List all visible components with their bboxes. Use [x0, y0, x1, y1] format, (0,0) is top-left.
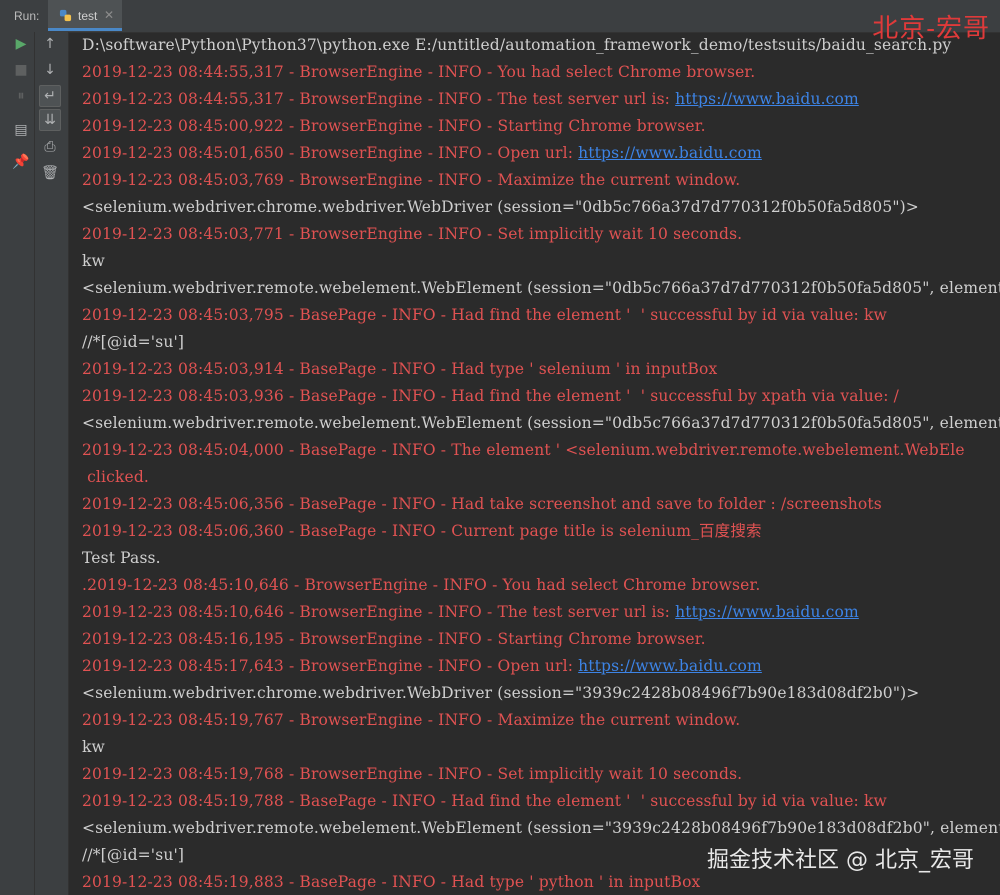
python-icon — [59, 9, 72, 22]
line-text: 2019-12-23 08:45:03,936 - BasePage - INF… — [82, 387, 900, 405]
log-line: 2019-12-23 08:45:03,771 - BrowserEngine … — [82, 221, 742, 248]
pause-icon[interactable]: ⏸ — [10, 85, 32, 107]
line-text: 2019-12-23 08:45:06,360 - BasePage - INF… — [82, 522, 762, 540]
scroll-to-end-icon[interactable]: ⇊ — [39, 109, 61, 131]
log-line: 2019-12-23 08:45:16,195 - BrowserEngine … — [82, 626, 706, 653]
watermark-bottom: 掘金技术社区 @ 北京_宏哥 — [707, 848, 974, 873]
output-line: kw — [82, 248, 105, 275]
log-line: 2019-12-23 08:45:19,788 - BasePage - INF… — [82, 788, 887, 815]
line-text: 2019-12-23 08:45:06,356 - BasePage - INF… — [82, 495, 882, 513]
output-line: <selenium.webdriver.chrome.webdriver.Web… — [82, 194, 919, 221]
layout-icon[interactable]: ▤ — [10, 119, 32, 141]
line-text: 2019-12-23 08:45:19,767 - BrowserEngine … — [82, 711, 741, 729]
line-text: 2019-12-23 08:45:19,883 - BasePage - INF… — [82, 873, 701, 891]
line-text: //*[@id='su'] — [82, 846, 185, 864]
log-line: 2019-12-23 08:45:03,795 - BasePage - INF… — [82, 302, 887, 329]
log-line: 2019-12-23 08:45:10,646 - BrowserEngine … — [82, 599, 859, 626]
line-text: <selenium.webdriver.chrome.webdriver.Web… — [82, 198, 919, 216]
up-arrow-icon[interactable]: ↑ — [39, 33, 61, 55]
run-tool-window-header: Run: test ✕ — [0, 0, 1000, 33]
line-text: 2019-12-23 08:45:03,769 - BrowserEngine … — [82, 171, 741, 189]
log-line: 2019-12-23 08:45:03,769 - BrowserEngine … — [82, 167, 740, 194]
log-line: 2019-12-23 08:45:17,643 - BrowserEngine … — [82, 653, 762, 680]
line-text: clicked. — [82, 468, 149, 486]
log-line: 2019-12-23 08:45:06,360 - BasePage - INF… — [82, 518, 762, 545]
line-text: 2019-12-23 08:45:03,795 - BasePage - INF… — [82, 306, 887, 324]
line-text: 2019-12-23 08:44:55,317 - BrowserEngine … — [82, 63, 756, 81]
trash-icon[interactable]: 🗑 — [39, 162, 61, 184]
pin-icon[interactable]: 📌 — [10, 151, 32, 173]
line-text: .2019-12-23 08:45:10,646 - BrowserEngine… — [82, 576, 761, 594]
line-text: 2019-12-23 08:45:19,768 - BrowserEngine … — [82, 765, 743, 783]
output-line: //*[@id='su'] — [82, 842, 184, 869]
line-text: 2019-12-23 08:44:55,317 - BrowserEngine … — [82, 90, 676, 108]
line-text: kw — [82, 738, 105, 756]
output-line: //*[@id='su'] — [82, 329, 184, 356]
log-line: clicked. — [82, 464, 149, 491]
log-line: 2019-12-23 08:45:01,650 - BrowserEngine … — [82, 140, 762, 167]
line-text: 2019-12-23 08:45:16,195 - BrowserEngine … — [82, 630, 706, 648]
run-toolbar: ▶ ■ ⏸ ▤ 📌 ↑ ↓ ↵ ⇊ ⎙ 🗑 — [0, 32, 69, 895]
print-icon[interactable]: ⎙ — [39, 136, 61, 158]
log-line: .2019-12-23 08:45:10,646 - BrowserEngine… — [82, 572, 760, 599]
output-line: Test Pass. — [82, 545, 161, 572]
line-text: 2019-12-23 08:45:03,914 - BasePage - INF… — [82, 360, 718, 378]
line-text: <selenium.webdriver.chrome.webdriver.Web… — [82, 684, 920, 702]
line-text: <selenium.webdriver.remote.webelement.We… — [82, 279, 1000, 297]
log-line: 2019-12-23 08:45:19,883 - BasePage - INF… — [82, 869, 700, 895]
line-text: Test Pass. — [82, 549, 161, 567]
tab-test[interactable]: test ✕ — [48, 0, 122, 31]
toolbar-divider — [34, 32, 35, 895]
log-line: 2019-12-23 08:44:55,317 - BrowserEngine … — [82, 86, 859, 113]
line-text: kw — [82, 252, 105, 270]
line-text: 2019-12-23 08:45:10,646 - BrowserEngine … — [82, 603, 676, 621]
line-text: D:\software\Python\Python37\python.exe E… — [82, 36, 952, 54]
line-text: 2019-12-23 08:45:17,643 - BrowserEngine … — [82, 657, 579, 675]
output-line: <selenium.webdriver.chrome.webdriver.Web… — [82, 680, 919, 707]
output-line: kw — [82, 734, 105, 761]
log-line: 2019-12-23 08:44:55,317 - BrowserEngine … — [82, 59, 755, 86]
down-arrow-icon[interactable]: ↓ — [39, 59, 61, 81]
url-link[interactable]: https://www.baidu.com — [578, 144, 762, 162]
soft-wrap-icon[interactable]: ↵ — [39, 85, 61, 107]
console-output[interactable]: D:\software\Python\Python37\python.exe E… — [69, 32, 1000, 895]
line-text: 2019-12-23 08:45:04,000 - BasePage - INF… — [82, 441, 965, 459]
url-link[interactable]: https://www.baidu.com — [578, 657, 762, 675]
close-icon[interactable]: ✕ — [104, 8, 114, 22]
log-line: 2019-12-23 08:45:03,936 - BasePage - INF… — [82, 383, 899, 410]
log-line: 2019-12-23 08:45:19,768 - BrowserEngine … — [82, 761, 742, 788]
tab-label: test — [78, 9, 98, 23]
line-text: <selenium.webdriver.remote.webelement.We… — [82, 819, 1000, 837]
log-line: 2019-12-23 08:45:06,356 - BasePage - INF… — [82, 491, 882, 518]
output-line: <selenium.webdriver.remote.webelement.We… — [82, 410, 1000, 437]
url-link[interactable]: https://www.baidu.com — [675, 603, 859, 621]
log-line: 2019-12-23 08:45:04,000 - BasePage - INF… — [82, 437, 965, 464]
line-text: //*[@id='su'] — [82, 333, 185, 351]
line-text: <selenium.webdriver.remote.webelement.We… — [82, 414, 1000, 432]
output-line: <selenium.webdriver.remote.webelement.We… — [82, 815, 1000, 842]
stop-icon[interactable]: ■ — [10, 59, 32, 81]
line-text: 2019-12-23 08:45:00,922 - BrowserEngine … — [82, 117, 706, 135]
line-text: 2019-12-23 08:45:19,788 - BasePage - INF… — [82, 792, 887, 810]
run-icon[interactable]: ▶ — [10, 33, 32, 55]
log-line: 2019-12-23 08:45:03,914 - BasePage - INF… — [82, 356, 717, 383]
log-line: 2019-12-23 08:45:00,922 - BrowserEngine … — [82, 113, 706, 140]
log-line: 2019-12-23 08:45:19,767 - BrowserEngine … — [82, 707, 740, 734]
url-link[interactable]: https://www.baidu.com — [675, 90, 859, 108]
output-line: <selenium.webdriver.remote.webelement.We… — [82, 275, 1000, 302]
line-text: 2019-12-23 08:45:01,650 - BrowserEngine … — [82, 144, 579, 162]
watermark-top: 北京-宏哥 — [872, 14, 990, 44]
line-text: 2019-12-23 08:45:03,771 - BrowserEngine … — [82, 225, 743, 243]
output-line: D:\software\Python\Python37\python.exe E… — [82, 32, 951, 59]
run-label: Run: — [14, 9, 40, 23]
